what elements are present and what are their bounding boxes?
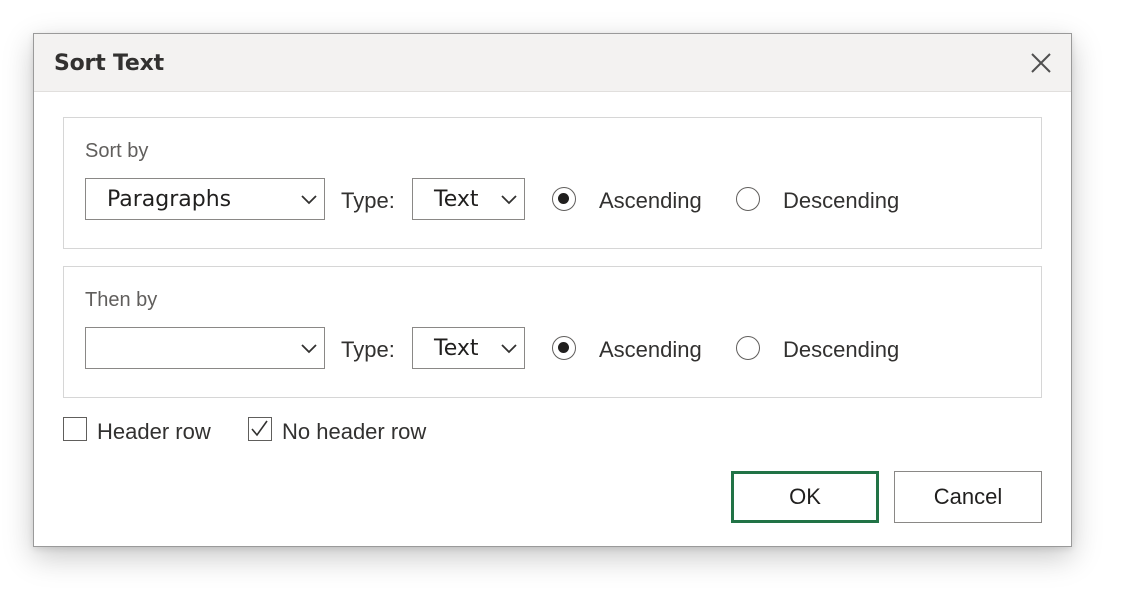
checkmark-icon — [251, 420, 268, 437]
sort-by-descending-label: Descending — [783, 188, 900, 213]
sort-text-dialog: Sort Text Sort by Paragraphs Type: Text … — [33, 33, 1072, 547]
chevron-down-icon — [501, 195, 517, 205]
dialog-title: Sort Text — [54, 51, 164, 76]
then-by-descending-radio[interactable] — [736, 336, 760, 360]
sort-by-label: Sort by — [85, 140, 149, 162]
ok-button[interactable]: OK — [731, 471, 879, 523]
sort-by-type-value: Text — [434, 187, 479, 212]
no-header-row-label: No header row — [282, 419, 427, 444]
sort-by-type-dropdown[interactable]: Text — [412, 178, 525, 220]
then-by-ascending-radio[interactable] — [552, 336, 576, 360]
no-header-row-checkbox[interactable] — [248, 417, 272, 441]
sort-by-field-dropdown[interactable]: Paragraphs — [85, 178, 325, 220]
sort-by-descending-radio[interactable] — [736, 187, 760, 211]
then-by-type-value: Text — [434, 336, 479, 361]
close-icon[interactable] — [1029, 51, 1053, 75]
then-by-ascending-label: Ascending — [599, 337, 702, 362]
then-by-type-dropdown[interactable]: Text — [412, 327, 525, 369]
sort-by-group: Sort by Paragraphs Type: Text Ascending … — [63, 117, 1042, 249]
header-row-label: Header row — [97, 419, 211, 444]
sort-by-field-value: Paragraphs — [107, 187, 232, 212]
chevron-down-icon — [501, 344, 517, 354]
then-by-field-dropdown[interactable] — [85, 327, 325, 369]
then-by-label: Then by — [85, 289, 158, 311]
sort-by-ascending-radio[interactable] — [552, 187, 576, 211]
cancel-button[interactable]: Cancel — [894, 471, 1042, 523]
then-by-type-label: Type: — [341, 337, 395, 362]
header-row-checkbox[interactable] — [63, 417, 87, 441]
then-by-group: Then by Type: Text Ascending Descending — [63, 266, 1042, 398]
dialog-titlebar: Sort Text — [34, 34, 1071, 92]
then-by-descending-label: Descending — [783, 337, 900, 362]
sort-by-type-label: Type: — [341, 188, 395, 213]
chevron-down-icon — [301, 344, 317, 354]
chevron-down-icon — [301, 195, 317, 205]
sort-by-ascending-label: Ascending — [599, 188, 702, 213]
